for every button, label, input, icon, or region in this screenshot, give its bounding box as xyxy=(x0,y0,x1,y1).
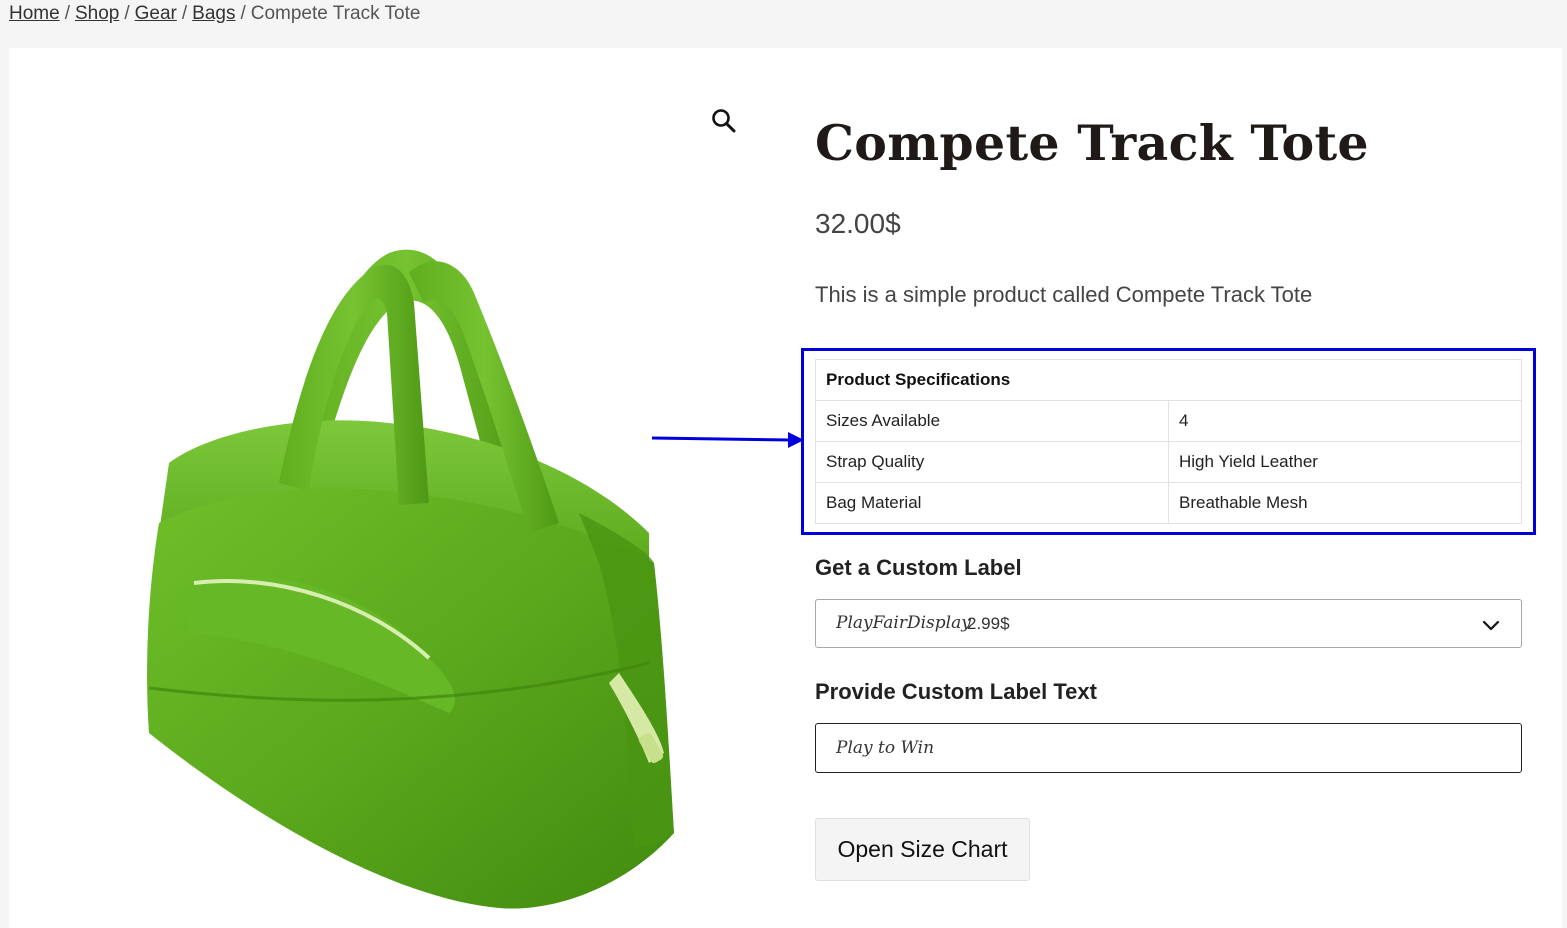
breadcrumb-gear[interactable]: Gear xyxy=(135,3,177,24)
custom-label-text-input[interactable] xyxy=(815,723,1522,773)
product-image[interactable] xyxy=(129,233,689,923)
breadcrumb-separator: / xyxy=(124,3,130,24)
spec-value: High Yield Leather xyxy=(1168,441,1522,483)
breadcrumb: Home / Shop / Gear / Bags / Compete Track Tote xyxy=(9,3,420,25)
table-row: Bag Material Breathable Mesh xyxy=(815,482,1522,524)
annotation-arrow-icon xyxy=(652,432,804,448)
specifications-heading: Product Specifications xyxy=(815,359,1522,401)
breadcrumb-home[interactable]: Home xyxy=(9,3,60,24)
product-price: 32.00$ xyxy=(815,208,901,239)
product-title: Compete Track Tote xyxy=(815,114,1369,172)
table-header-row: Product Specifications xyxy=(815,359,1522,401)
table-row: Sizes Available 4 xyxy=(815,400,1522,442)
breadcrumb-bags[interactable]: Bags xyxy=(192,3,235,24)
custom-label-heading: Get a Custom Label xyxy=(815,555,1022,580)
selected-font-name: PlayFairDisplay xyxy=(836,613,971,633)
tote-bag-icon xyxy=(147,249,675,909)
spec-label: Strap Quality xyxy=(815,441,1169,483)
breadcrumb-separator: / xyxy=(240,3,246,24)
open-size-chart-button[interactable]: Open Size Chart xyxy=(815,818,1030,881)
specifications-table: Product Specifications Sizes Available 4… xyxy=(815,359,1522,524)
spec-value: Breathable Mesh xyxy=(1168,482,1522,524)
breadcrumb-current: Compete Track Tote xyxy=(250,3,421,24)
spec-label: Sizes Available xyxy=(815,400,1169,442)
chevron-down-icon xyxy=(1482,620,1500,631)
custom-text-heading: Provide Custom Label Text xyxy=(815,679,1097,704)
search-icon[interactable] xyxy=(709,106,739,136)
spec-value: 4 xyxy=(1168,400,1522,442)
custom-label-select[interactable]: PlayFairDisplay 2.99$ xyxy=(815,599,1522,648)
product-description: This is a simple product called Compete … xyxy=(815,282,1313,307)
breadcrumb-shop[interactable]: Shop xyxy=(75,3,119,24)
spec-label: Bag Material xyxy=(815,482,1169,524)
table-row: Strap Quality High Yield Leather xyxy=(815,441,1522,483)
product-card: Compete Track Tote 32.00$ This is a simp… xyxy=(9,48,1562,928)
breadcrumb-separator: / xyxy=(181,3,188,24)
breadcrumb-separator: / xyxy=(64,3,70,24)
selected-font-price: 2.99$ xyxy=(967,614,1010,633)
